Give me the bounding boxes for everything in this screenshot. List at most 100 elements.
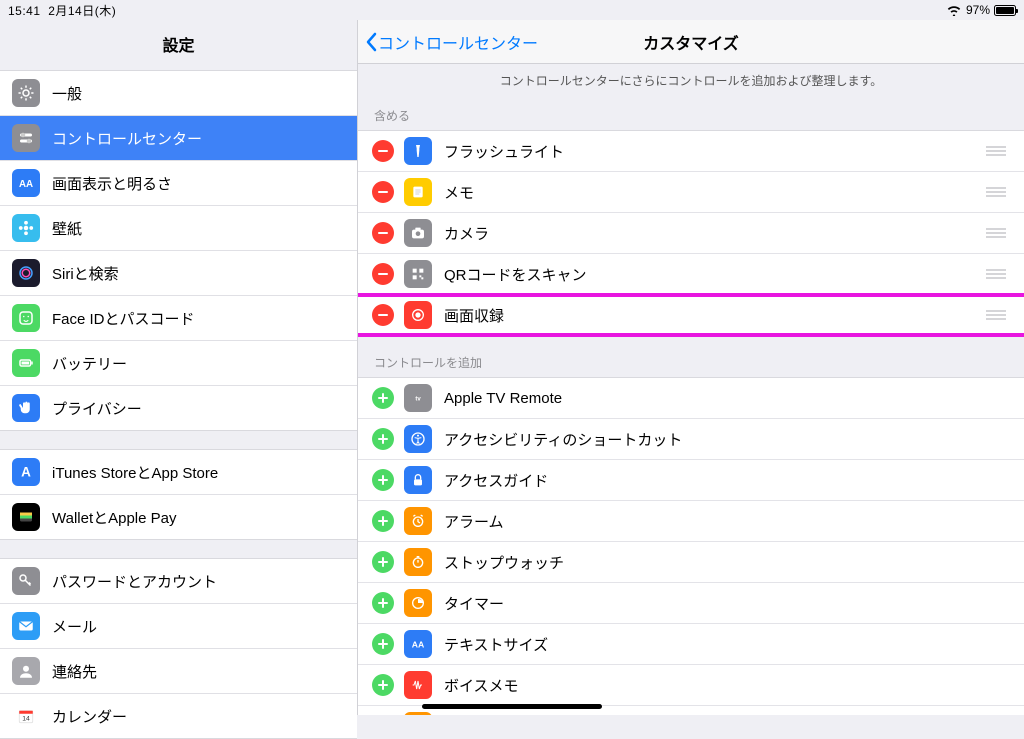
sidebar-title: 設定 bbox=[0, 20, 357, 70]
sidebar-item-mail[interactable]: メール bbox=[0, 604, 357, 649]
camera-icon bbox=[404, 219, 432, 247]
control-label: アクセスガイド bbox=[444, 470, 1010, 491]
sidebar-item-label: iTunes StoreとApp Store bbox=[52, 462, 218, 483]
sidebar-item-passwords[interactable]: パスワードとアカウント bbox=[0, 559, 357, 604]
add-button[interactable] bbox=[372, 387, 394, 409]
sidebar-item-label: バッテリー bbox=[52, 353, 127, 374]
control-label: QRコードをスキャン bbox=[444, 264, 986, 285]
home-indicator[interactable] bbox=[422, 704, 602, 709]
included-list: フラッシュライトメモカメラQRコードをスキャン画面収録 bbox=[358, 130, 1024, 336]
sidebar-item-calendar[interactable]: 14 カレンダー bbox=[0, 694, 357, 738]
more-list: tvApple TV Remote アクセシビリティのショートカットアクセスガイド… bbox=[358, 377, 1024, 715]
control-row-a11y: アクセシビリティのショートカット bbox=[358, 419, 1024, 460]
sidebar-item-faceid[interactable]: Face IDとパスコード bbox=[0, 296, 357, 341]
drag-handle-icon[interactable] bbox=[986, 269, 1010, 279]
alarm-icon bbox=[404, 507, 432, 535]
remove-button[interactable] bbox=[372, 140, 394, 162]
mail-icon bbox=[12, 612, 40, 640]
sidebar-item-label: コントロールセンター bbox=[52, 128, 202, 149]
control-label: ストップウォッチ bbox=[444, 552, 1010, 573]
control-row-screenrec: 画面収録 bbox=[358, 295, 1024, 335]
add-button[interactable] bbox=[372, 551, 394, 573]
add-button[interactable] bbox=[372, 469, 394, 491]
settings-sidebar: 設定 一般コントロールセンター AA 画面表示と明るさ壁紙 Siriと検索 Face I… bbox=[0, 20, 358, 715]
sidebar-item-privacy[interactable]: プライバシー bbox=[0, 386, 357, 430]
control-label: タイマー bbox=[444, 593, 1010, 614]
sidebar-item-label: プライバシー bbox=[52, 398, 142, 419]
a11y-icon bbox=[404, 425, 432, 453]
sidebar-item-wallpaper[interactable]: 壁紙 bbox=[0, 206, 357, 251]
drag-handle-icon[interactable] bbox=[986, 310, 1010, 320]
status-date: 2月14日(木) bbox=[48, 4, 116, 18]
siri-icon bbox=[12, 259, 40, 287]
drag-handle-icon[interactable] bbox=[986, 228, 1010, 238]
back-button[interactable]: コントロールセンター bbox=[358, 30, 538, 54]
add-button[interactable] bbox=[372, 510, 394, 532]
remove-button[interactable] bbox=[372, 181, 394, 203]
control-label: ボイスメモ bbox=[444, 675, 1010, 696]
status-time: 15:41 bbox=[8, 4, 41, 18]
control-row-timer: タイマー bbox=[358, 583, 1024, 624]
control-label: アラーム bbox=[444, 511, 1010, 532]
sidebar-item-itunes[interactable]: AiTunes StoreとApp Store bbox=[0, 450, 357, 495]
back-label: コントロールセンター bbox=[378, 30, 538, 54]
control-row-qr: QRコードをスキャン bbox=[358, 254, 1024, 295]
remove-button[interactable] bbox=[372, 222, 394, 244]
sidebar-item-label: カレンダー bbox=[52, 706, 127, 727]
svg-text:AA: AA bbox=[19, 179, 33, 190]
chevron-left-icon bbox=[364, 32, 378, 52]
sidebar-item-label: 画面表示と明るさ bbox=[52, 173, 172, 194]
calendar-icon: 14 bbox=[12, 702, 40, 730]
stopwatch-icon bbox=[404, 548, 432, 576]
passwords-icon bbox=[12, 567, 40, 595]
add-button[interactable] bbox=[372, 428, 394, 450]
faceid-icon bbox=[12, 304, 40, 332]
sidebar-item-label: 一般 bbox=[52, 83, 82, 104]
remove-button[interactable] bbox=[372, 304, 394, 326]
navbar: コントロールセンター カスタマイズ bbox=[358, 20, 1024, 64]
wifi-icon bbox=[946, 4, 962, 16]
svg-text:14: 14 bbox=[22, 716, 30, 723]
sidebar-item-label: 壁紙 bbox=[52, 218, 82, 239]
sidebar-item-control-center[interactable]: コントロールセンター bbox=[0, 116, 357, 161]
control-row-guided: アクセスガイド bbox=[358, 460, 1024, 501]
drag-handle-icon[interactable] bbox=[986, 146, 1010, 156]
battery-icon bbox=[12, 349, 40, 377]
control-row-appletv: tvApple TV Remote bbox=[358, 378, 1024, 419]
svg-text:A: A bbox=[21, 465, 31, 480]
sidebar-item-battery[interactable]: バッテリー bbox=[0, 341, 357, 386]
sidebar-item-wallet[interactable]: WalletとApple Pay bbox=[0, 495, 357, 539]
add-button[interactable] bbox=[372, 633, 394, 655]
timer-icon bbox=[404, 589, 432, 617]
sidebar-item-siri[interactable]: Siriと検索 bbox=[0, 251, 357, 296]
general-icon bbox=[12, 79, 40, 107]
sidebar-item-display[interactable]: AA 画面表示と明るさ bbox=[0, 161, 357, 206]
control-row-stopwatch: ストップウォッチ bbox=[358, 542, 1024, 583]
control-label: テキストサイズ bbox=[444, 634, 1010, 655]
drag-handle-icon[interactable] bbox=[986, 187, 1010, 197]
wallet-icon bbox=[12, 503, 40, 531]
control-row-textsize: AA テキストサイズ bbox=[358, 624, 1024, 665]
sidebar-item-label: パスワードとアカウント bbox=[52, 571, 217, 592]
textsize-icon: AA bbox=[404, 630, 432, 658]
status-bar: 15:41 2月14日(木) 97% bbox=[0, 0, 1024, 20]
sidebar-item-contacts[interactable]: 連絡先 bbox=[0, 649, 357, 694]
sidebar-item-label: WalletとApple Pay bbox=[52, 507, 177, 528]
display-icon: AA bbox=[12, 169, 40, 197]
control-row-voicememo: ボイスメモ bbox=[358, 665, 1024, 706]
control-label: 画面収録 bbox=[444, 305, 986, 326]
battery-icon bbox=[994, 5, 1016, 16]
add-button[interactable] bbox=[372, 674, 394, 696]
screenrec-icon bbox=[404, 301, 432, 329]
add-button[interactable] bbox=[372, 592, 394, 614]
svg-text:tv: tv bbox=[415, 397, 421, 403]
contacts-icon bbox=[12, 657, 40, 685]
control-row-flashlight: フラッシュライト bbox=[358, 131, 1024, 172]
control-label: フラッシュライト bbox=[444, 141, 986, 162]
sidebar-item-general[interactable]: 一般 bbox=[0, 71, 357, 116]
voicememo-icon bbox=[404, 671, 432, 699]
sidebar-item-label: Face IDとパスコード bbox=[52, 308, 195, 329]
qr-icon bbox=[404, 260, 432, 288]
remove-button[interactable] bbox=[372, 263, 394, 285]
control-label: アクセシビリティのショートカット bbox=[444, 429, 1010, 450]
